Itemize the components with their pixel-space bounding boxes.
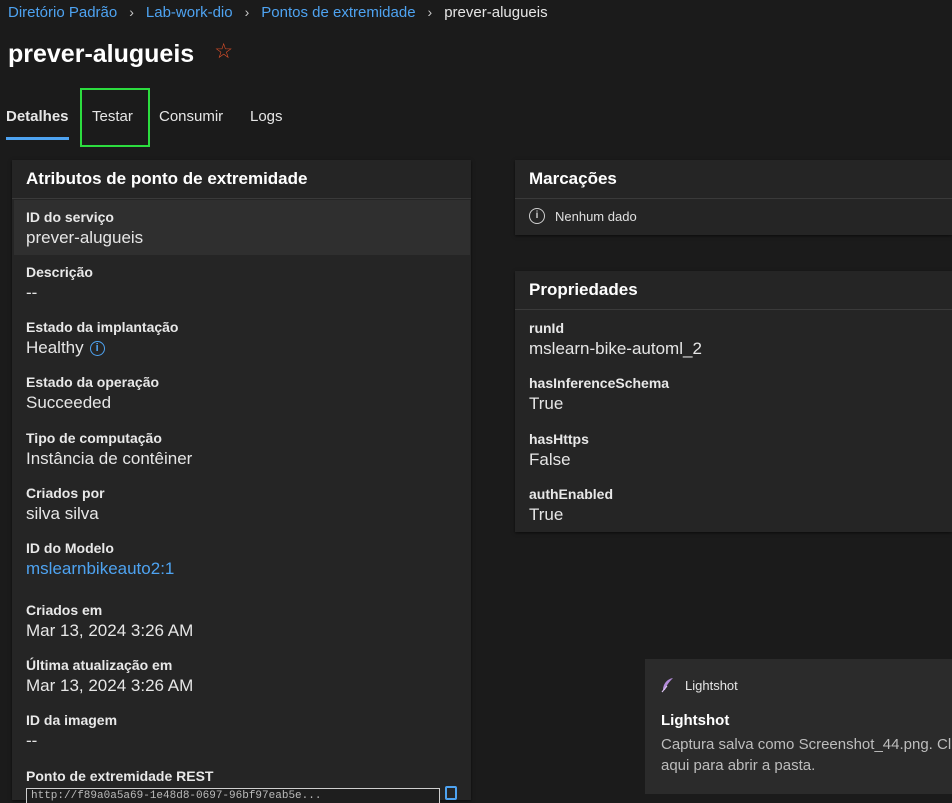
attr-value: -- — [26, 283, 38, 302]
chevron-right-icon: › — [244, 4, 250, 20]
attr-label: Estado da implantação — [26, 319, 179, 335]
toast-body: Captura salva como Screenshot_44.png. Cl… — [661, 736, 952, 774]
toast-app-name: Lightshot — [685, 677, 738, 693]
attributes-card-header: Atributos de ponto de extremidade — [12, 160, 471, 199]
breadcrumb-current: prever-alugueis — [444, 3, 548, 21]
toast-app-row: Lightshot — [661, 677, 738, 693]
attr-label: Criados por — [26, 485, 105, 501]
prop-value: True — [529, 505, 564, 524]
lightshot-toast[interactable]: Lightshot Lightshot Captura salva como S… — [645, 659, 952, 794]
attr-value: Succeeded — [26, 393, 112, 412]
prop-label: authEnabled — [529, 486, 614, 502]
prop-value: False — [529, 450, 571, 469]
feather-icon — [661, 678, 673, 693]
tags-card: Marcações i Nenhum dado — [515, 160, 952, 235]
attr-label: Estado da operação — [26, 374, 160, 390]
attr-label: ID do serviço — [26, 209, 114, 225]
attr-label: Descrição — [26, 264, 93, 280]
attr-image-id: ID da imagem -- — [26, 711, 117, 753]
tags-card-header: Marcações — [515, 160, 952, 199]
breadcrumb-link-endpoints[interactable]: Pontos de extremidade — [261, 4, 415, 21]
prop-label: hasHttps — [529, 431, 589, 447]
tab-logs[interactable]: Logs — [250, 96, 283, 140]
no-data-text: Nenhum dado — [555, 208, 637, 224]
attr-description: Descrição -- — [26, 263, 93, 305]
attr-value: Healthy i — [26, 336, 178, 360]
attr-model-id: ID do Modelo mslearnbikeauto2:1 — [26, 539, 174, 581]
attr-updated-at: Última atualização em Mar 13, 2024 3:26 … — [26, 656, 193, 698]
breadcrumb: Diretório Padrão › Lab-work-dio › Pontos… — [8, 2, 548, 22]
prop-label: hasInferenceSchema — [529, 375, 670, 391]
breadcrumb-link-directory[interactable]: Diretório Padrão — [8, 4, 117, 21]
prop-auth-enabled: authEnabled True — [529, 485, 613, 527]
copy-icon[interactable] — [445, 786, 457, 800]
info-icon[interactable]: i — [89, 340, 105, 356]
properties-card-header: Propriedades — [515, 271, 952, 310]
attr-created-at: Criados em Mar 13, 2024 3:26 AM — [26, 601, 193, 643]
attr-label: Criados em — [26, 602, 103, 618]
highlight-box — [80, 88, 150, 147]
breadcrumb-link-workspace[interactable]: Lab-work-dio — [146, 4, 233, 21]
favorite-star-icon[interactable]: ☆ — [214, 39, 233, 64]
chevron-right-icon: › — [427, 4, 433, 20]
chevron-right-icon: › — [129, 4, 134, 20]
attributes-card: Atributos de ponto de extremidade ID do … — [12, 160, 471, 803]
attr-value: -- — [26, 731, 38, 750]
attr-value: Mar 13, 2024 3:26 AM — [26, 676, 194, 695]
info-icon: i — [529, 208, 545, 224]
toast-title: Lightshot — [661, 712, 730, 729]
tab-consume-label: Consumir — [159, 108, 224, 125]
prop-value: True — [529, 394, 564, 413]
attr-label: ID do Modelo — [26, 540, 114, 556]
attr-rest-endpoint: Ponto de extremidade REST — [26, 767, 213, 785]
tab-consume[interactable]: Consumir — [159, 96, 223, 140]
attr-label: Última atualização em — [26, 657, 173, 673]
attr-created-by: Criados por silva silva — [26, 484, 105, 526]
page-title: prever-alugueis — [8, 40, 195, 68]
deployment-state-value: Healthy — [26, 338, 84, 357]
prop-has-https: hasHttps False — [529, 430, 589, 472]
properties-card: Propriedades runId mslearn-bike-automl_2… — [515, 271, 952, 532]
tab-details-label: Detalhes — [6, 108, 69, 125]
rest-endpoint-field[interactable]: http://f89a0a5a69-1e48d8-0697-96bf97eab5… — [26, 788, 440, 803]
attr-label: Ponto de extremidade REST — [26, 768, 214, 784]
prop-has-inference-schema: hasInferenceSchema True — [529, 374, 669, 416]
prop-label: runId — [529, 320, 564, 336]
prop-value: mslearn-bike-automl_2 — [529, 339, 702, 358]
attr-value: silva silva — [26, 504, 99, 523]
attr-compute-type: Tipo de computação Instância de contêine… — [26, 429, 192, 471]
attr-value: Mar 13, 2024 3:26 AM — [26, 621, 194, 640]
no-data-message: i Nenhum dado — [529, 208, 637, 224]
prop-run-id: runId mslearn-bike-automl_2 — [529, 319, 702, 361]
tab-logs-label: Logs — [250, 108, 283, 125]
attr-value: Instância de contêiner — [26, 449, 193, 468]
attr-deployment-state: Estado da implantação Healthy i — [26, 318, 178, 360]
model-id-link[interactable]: mslearnbikeauto2:1 — [26, 557, 174, 581]
attr-value: prever-alugueis — [26, 228, 144, 247]
attr-service-id: ID do serviço prever-alugueis — [26, 208, 143, 250]
title-row: prever-alugueis ☆ — [8, 40, 233, 69]
attr-operation-state: Estado da operação Succeeded — [26, 373, 159, 415]
attr-label: ID da imagem — [26, 712, 118, 728]
attr-label: Tipo de computação — [26, 430, 162, 446]
tab-details[interactable]: Detalhes — [6, 96, 69, 140]
active-tab-indicator — [6, 137, 69, 140]
